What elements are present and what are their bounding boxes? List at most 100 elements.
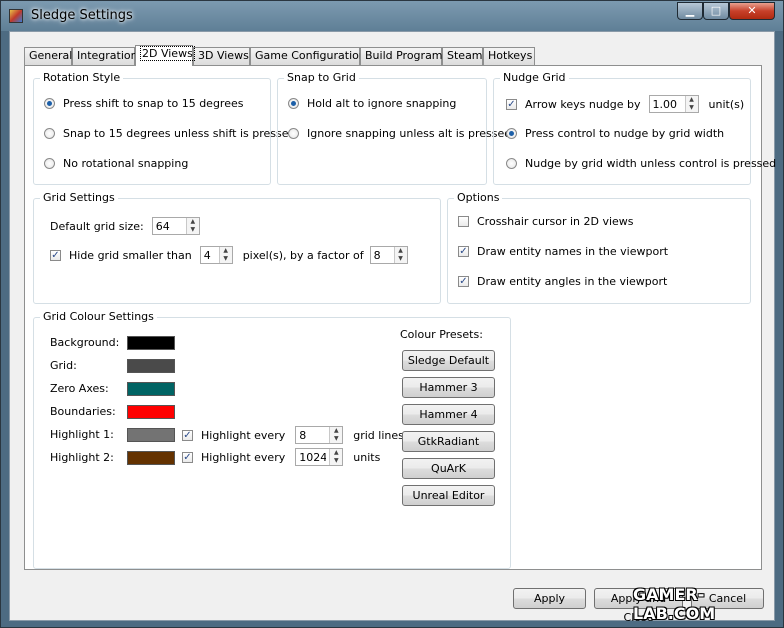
tab-3d-views[interactable]: 3D Views — [193, 47, 250, 65]
options-group: Options Crosshair cursor in 2D views ✓ Dr… — [447, 191, 751, 304]
checkbox-label: Draw entity names in the viewport — [477, 245, 669, 258]
option-draw-entity-angles[interactable]: ✓ Draw entity angles in the viewport — [458, 275, 667, 288]
boundaries-colour-label: Boundaries: — [50, 405, 116, 418]
highlight-2-colour-swatch[interactable] — [127, 451, 175, 465]
snap-option-ignore-unless-alt[interactable]: Ignore snapping unless alt is pressed — [288, 127, 511, 140]
close-button[interactable]: ✕ — [729, 2, 775, 20]
preset-hammer-4-button[interactable]: Hammer 4 — [402, 404, 495, 425]
nudge-amount-stepper[interactable]: ▲▼ — [648, 95, 699, 113]
spin-up-icon[interactable]: ▲ — [219, 247, 232, 255]
colour-presets-title: Colour Presets: — [400, 328, 483, 341]
title-bar[interactable]: Sledge Settings ▁ □ ✕ — [1, 1, 783, 31]
highlight-1-stepper[interactable]: ▲▼ — [295, 426, 344, 444]
preset-quark-button[interactable]: QuArK — [402, 458, 495, 479]
default-grid-size-stepper[interactable]: ▲▼ — [151, 217, 200, 235]
spin-down-icon[interactable]: ▼ — [330, 435, 343, 443]
highlight-2-checkbox[interactable]: ✓ — [182, 451, 193, 463]
default-grid-size-input[interactable] — [152, 218, 186, 234]
nudge-option-grid-width-unless-control[interactable]: Nudge by grid width unless control is pr… — [506, 157, 776, 170]
zero-axes-colour-swatch[interactable] — [127, 382, 175, 396]
spin-up-icon[interactable]: ▲ — [394, 247, 407, 255]
radio-label: Press control to nudge by grid width — [525, 127, 725, 140]
radio-icon[interactable] — [288, 98, 299, 109]
tab-hotkeys[interactable]: Hotkeys — [483, 47, 535, 65]
radio-icon[interactable] — [506, 128, 517, 139]
hide-grid-stepper[interactable]: ▲▼ — [199, 246, 233, 264]
client-area: General Integration 2D Views 3D Views Ga… — [9, 31, 776, 624]
radio-label: Press shift to snap to 15 degrees — [63, 97, 244, 110]
preset-hammer-3-button[interactable]: Hammer 3 — [402, 377, 495, 398]
highlight-2-stepper[interactable]: ▲▼ — [295, 448, 344, 466]
radio-label: Ignore snapping unless alt is pressed — [307, 127, 512, 140]
spin-up-icon[interactable]: ▲ — [330, 427, 343, 435]
highlight-2-input[interactable] — [296, 449, 330, 465]
highlight-1-colour-swatch[interactable] — [127, 428, 175, 442]
window-title: Sledge Settings — [31, 8, 133, 23]
preset-sledge-default-button[interactable]: Sledge Default — [402, 350, 495, 371]
draw-entity-angles-checkbox[interactable]: ✓ — [458, 276, 469, 287]
spin-down-icon[interactable]: ▼ — [219, 255, 232, 263]
grid-settings-group: Grid Settings Default grid size: ▲▼ ✓ Hi… — [33, 191, 441, 304]
highlight-1-input[interactable] — [296, 427, 330, 443]
spin-down-icon[interactable]: ▼ — [685, 104, 698, 112]
maximize-button[interactable]: □ — [703, 2, 729, 20]
snap-option-hold-alt[interactable]: Hold alt to ignore snapping — [288, 97, 456, 110]
boundaries-colour-swatch[interactable] — [127, 405, 175, 419]
apply-button[interactable]: Apply — [513, 588, 586, 609]
tab-2d-views[interactable]: 2D Views — [135, 45, 195, 66]
grid-colour-label: Grid: — [50, 359, 77, 372]
highlight-1-unit: grid lines — [353, 428, 404, 442]
preset-gtkradiant-button[interactable]: GtkRadiant — [402, 431, 495, 452]
option-draw-entity-names[interactable]: ✓ Draw entity names in the viewport — [458, 245, 668, 258]
minimize-button[interactable]: ▁ — [677, 2, 703, 20]
grid-colour-settings-title: Grid Colour Settings — [40, 310, 157, 323]
tab-steam[interactable]: Steam — [442, 47, 483, 65]
radio-label: Nudge by grid width unless control is pr… — [525, 157, 777, 170]
spin-up-icon[interactable]: ▲ — [186, 218, 199, 226]
arrow-keys-nudge-checkbox[interactable]: ✓ — [506, 98, 517, 110]
rotation-option-shift-snap[interactable]: Press shift to snap to 15 degrees — [44, 97, 243, 110]
app-icon — [9, 9, 23, 23]
maximize-icon: □ — [710, 4, 722, 17]
tab-game-configurations[interactable]: Game Configurations — [250, 47, 372, 65]
background-colour-label: Background: — [50, 336, 120, 349]
rotation-option-no-snapping[interactable]: No rotational snapping — [44, 157, 188, 170]
highlight-1-row: ✓ Highlight every ▲▼ grid lines — [182, 426, 404, 444]
hide-grid-factor-stepper[interactable]: ▲▼ — [369, 246, 408, 264]
option-crosshair-cursor[interactable]: Crosshair cursor in 2D views — [458, 215, 634, 228]
radio-icon[interactable] — [44, 158, 55, 169]
hide-grid-row: ✓ Hide grid smaller than ▲▼ pixel(s), by… — [50, 246, 408, 264]
highlight-2-row: ✓ Highlight every ▲▼ units — [182, 448, 380, 466]
watermark-logo: GAMER-LAB.COM — [633, 585, 716, 623]
background-colour-swatch[interactable] — [127, 336, 175, 350]
tab-integration[interactable]: Integration — [72, 47, 138, 65]
hide-grid-checkbox[interactable]: ✓ — [50, 249, 61, 261]
hide-grid-factor-input[interactable] — [370, 247, 394, 263]
spin-down-icon[interactable]: ▼ — [330, 457, 343, 465]
radio-icon[interactable] — [288, 128, 299, 139]
tab-build-programs[interactable]: Build Programs — [360, 47, 448, 65]
grid-settings-title: Grid Settings — [40, 191, 118, 204]
radio-icon[interactable] — [44, 98, 55, 109]
highlight-1-label: Highlight every — [201, 428, 286, 442]
preset-unreal-editor-button[interactable]: Unreal Editor — [402, 485, 495, 506]
nudge-option-control-grid-width[interactable]: Press control to nudge by grid width — [506, 127, 724, 140]
spin-up-icon[interactable]: ▲ — [685, 96, 698, 104]
draw-entity-names-checkbox[interactable]: ✓ — [458, 246, 469, 257]
highlight-2-unit: units — [353, 450, 381, 464]
nudge-amount-input[interactable] — [649, 96, 685, 112]
spin-up-icon[interactable]: ▲ — [330, 449, 343, 457]
spin-down-icon[interactable]: ▼ — [394, 255, 407, 263]
crosshair-cursor-checkbox[interactable] — [458, 216, 469, 227]
radio-icon[interactable] — [44, 128, 55, 139]
highlight-1-checkbox[interactable]: ✓ — [182, 429, 193, 441]
tab-general[interactable]: General — [24, 47, 72, 65]
radio-label: No rotational snapping — [63, 157, 189, 170]
hide-grid-input[interactable] — [200, 247, 219, 263]
rotation-option-snap-unless-shift[interactable]: Snap to 15 degrees unless shift is press… — [44, 127, 295, 140]
grid-colour-swatch[interactable] — [127, 359, 175, 373]
snap-to-grid-title: Snap to Grid — [284, 71, 359, 84]
spin-down-icon[interactable]: ▼ — [186, 226, 199, 234]
radio-icon[interactable] — [506, 158, 517, 169]
radio-label: Hold alt to ignore snapping — [307, 97, 457, 110]
